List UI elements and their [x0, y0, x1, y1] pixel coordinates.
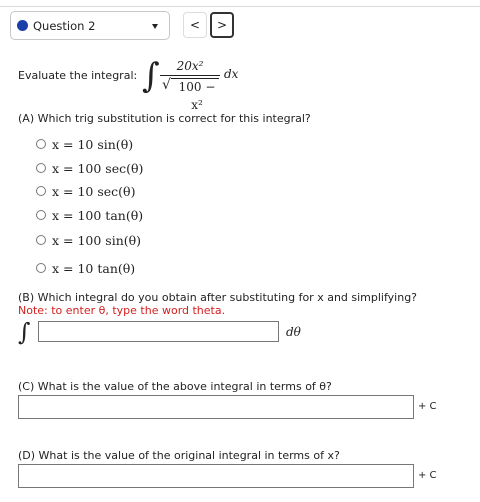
- part-b-differential: dθ: [286, 325, 301, 339]
- option-label: x = 100 sec(θ): [52, 160, 144, 176]
- integral-expression: ∫ 20x² √ 100 − x² dx: [142, 56, 262, 112]
- previous-question-button[interactable]: <: [183, 12, 207, 38]
- top-divider: [0, 6, 480, 7]
- radio-button[interactable]: [36, 263, 46, 273]
- radio-button[interactable]: [36, 186, 46, 196]
- caret-down-icon: [152, 24, 158, 29]
- part-d-answer-input[interactable]: [18, 464, 414, 488]
- part-a-question: (A) Which trig substitution is correct f…: [18, 112, 311, 125]
- integrand-numerator: 20x²: [176, 59, 204, 73]
- option-row[interactable]: x = 10 sin(θ): [36, 134, 133, 154]
- differential-dx: dx: [224, 67, 239, 81]
- part-b-question: (B) Which integral do you obtain after s…: [18, 291, 418, 304]
- option-row[interactable]: x = 100 sin(θ): [36, 230, 141, 250]
- part-b-integrand-input[interactable]: [38, 321, 279, 342]
- part-b-integral-sign: ∫: [18, 318, 31, 346]
- part-c-answer-input[interactable]: [18, 395, 414, 419]
- question-status-dot-icon: [17, 20, 28, 31]
- part-d-constant: + C: [418, 470, 437, 481]
- option-label: x = 100 sin(θ): [52, 232, 142, 248]
- option-label: x = 10 sin(θ): [52, 136, 134, 152]
- part-d-question: (D) What is the value of the original in…: [18, 449, 340, 462]
- question-selector-label: Question 2: [33, 18, 96, 33]
- option-label: x = 10 tan(θ): [52, 260, 136, 276]
- radio-button[interactable]: [36, 139, 46, 149]
- integrand-fraction: 20x² √ 100 − x²: [160, 58, 220, 112]
- radicand: 100 − x²: [178, 80, 216, 112]
- radio-button[interactable]: [36, 235, 46, 245]
- integral-sign: ∫: [142, 56, 160, 96]
- option-row[interactable]: x = 10 tan(θ): [36, 258, 135, 278]
- next-question-button[interactable]: >: [210, 12, 234, 38]
- option-row[interactable]: x = 100 tan(θ): [36, 205, 143, 225]
- radio-button[interactable]: [36, 210, 46, 220]
- sqrt-sign: √: [162, 77, 171, 93]
- option-row[interactable]: x = 100 sec(θ): [36, 158, 143, 178]
- option-row[interactable]: x = 10 sec(θ): [36, 181, 135, 201]
- part-b-note: Note: to enter θ, type the word theta.: [18, 304, 226, 317]
- part-c-constant: + C: [418, 401, 437, 412]
- radio-button[interactable]: [36, 163, 46, 173]
- evaluate-label: Evaluate the integral:: [18, 69, 138, 82]
- option-label: x = 10 sec(θ): [52, 183, 136, 199]
- integrand-denominator: √ 100 − x²: [160, 77, 220, 112]
- option-label: x = 100 tan(θ): [52, 207, 144, 223]
- part-c-question: (C) What is the value of the above integ…: [18, 380, 332, 393]
- question-selector[interactable]: Question 2: [10, 11, 170, 40]
